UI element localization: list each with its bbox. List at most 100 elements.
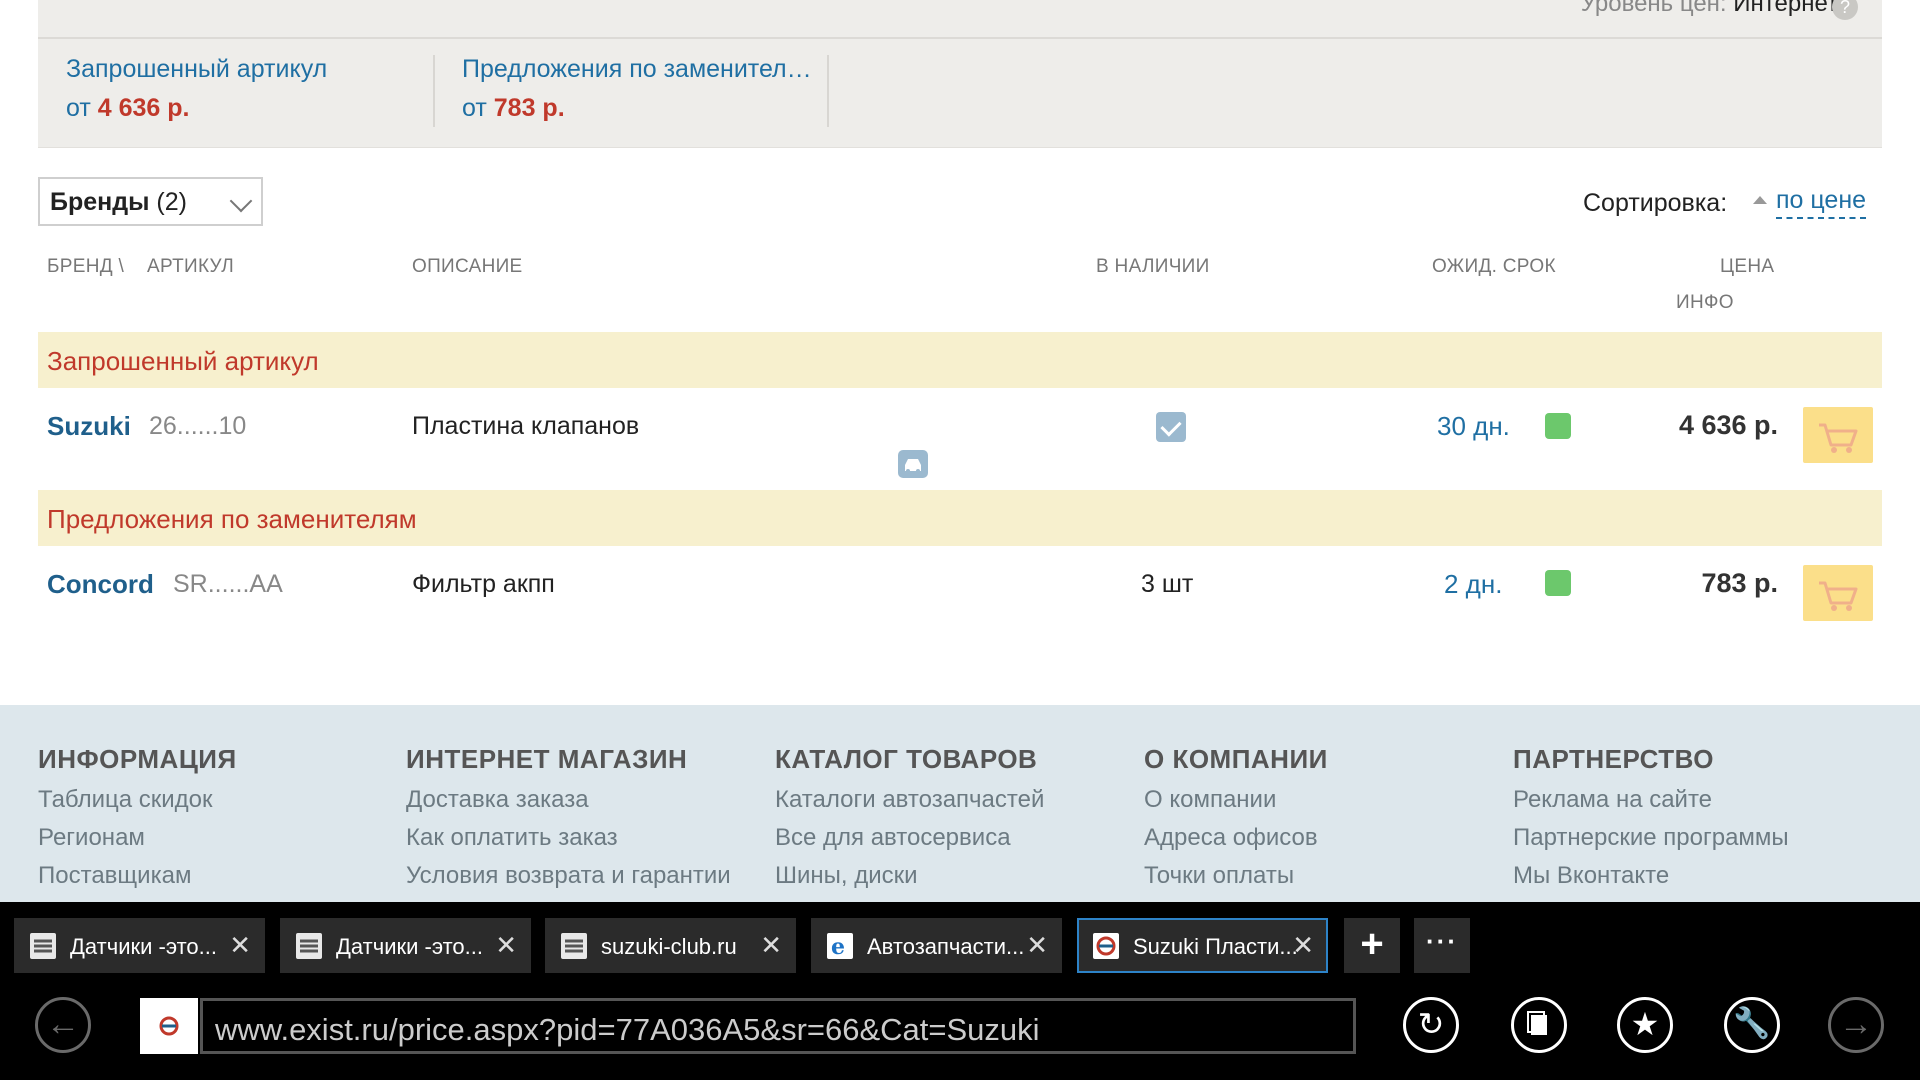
footer-column-shop: ИНТЕРНЕТ МАГАЗИН Доставка заказа Как опл… xyxy=(406,744,731,888)
price-level-value[interactable]: Интернет xyxy=(1733,0,1838,17)
car-icon[interactable] xyxy=(898,450,928,478)
summary-price-value: 783 р. xyxy=(493,94,565,122)
summary-substitutes[interactable]: Предложения по заменителям от 783 р. xyxy=(434,55,829,127)
col-availability: В НАЛИЧИИ xyxy=(1096,256,1210,277)
summary-prefix: от xyxy=(66,94,91,122)
cart-icon xyxy=(1819,423,1858,453)
close-icon[interactable]: ✕ xyxy=(760,930,782,960)
svg-text:e: e xyxy=(831,934,845,959)
browser-tab[interactable]: Датчики -это... ✕ xyxy=(280,918,531,973)
summary-price: от 783 р. xyxy=(462,94,827,123)
refresh-icon: ↻ xyxy=(1417,1006,1445,1042)
summary-price: от 4 636 р. xyxy=(66,94,433,123)
tab-title: Датчики -это... xyxy=(336,934,483,959)
footer-link[interactable]: Таблица скидок xyxy=(38,788,237,812)
site-favicon xyxy=(140,998,198,1054)
row-price: 783 р. xyxy=(1701,568,1778,598)
summary-title[interactable]: Предложения по заменителям xyxy=(462,55,816,84)
footer-link[interactable]: О компании xyxy=(1144,788,1328,812)
forum-icon xyxy=(296,933,322,959)
forward-button[interactable]: → xyxy=(1828,997,1884,1053)
tab-title: Автозапчасти... xyxy=(867,934,1025,959)
footer-link[interactable]: Поставщикам xyxy=(38,864,237,888)
page: Уровень цен: Интернет ? Запрошенный арти… xyxy=(0,0,1920,1080)
add-to-cart-button[interactable] xyxy=(1803,565,1873,621)
summary-title[interactable]: Запрошенный артикул xyxy=(66,55,433,84)
sort-up-icon[interactable] xyxy=(1753,196,1767,204)
browser-tab[interactable]: Датчики -это... ✕ xyxy=(14,918,265,973)
price-level: Уровень цен: Интернет xyxy=(1581,0,1838,18)
footer-column-partners: ПАРТНЕРСТВО Реклама на сайте Партнерские… xyxy=(1513,744,1789,888)
footer-link[interactable]: Каталоги автозапчастей xyxy=(775,788,1044,812)
ie-icon: e xyxy=(827,933,853,960)
footer-link[interactable]: Условия возврата и гарантии xyxy=(406,864,731,888)
col-brand: БРЕНД \ xyxy=(47,256,125,277)
footer-heading: ИНФОРМАЦИЯ xyxy=(38,744,237,774)
brands-dropdown[interactable]: Бренды (2) xyxy=(38,177,263,226)
address-bar[interactable] xyxy=(200,998,1356,1054)
table-row: Concord SR......AA Фильтр акпп 3 шт 2 дн… xyxy=(0,546,1920,646)
footer-link[interactable]: Партнерские программы xyxy=(1513,826,1789,850)
footer-heading: ИНТЕРНЕТ МАГАЗИН xyxy=(406,744,688,774)
tab-title: Датчики -это... xyxy=(70,934,217,959)
close-icon[interactable]: ✕ xyxy=(495,930,517,960)
tab-title: suzuki-club.ru xyxy=(601,934,737,959)
exist-icon xyxy=(1093,933,1119,959)
section-substitutes: Предложения по заменителям xyxy=(38,490,1882,546)
forum-icon xyxy=(30,933,56,959)
footer-heading: ПАРТНЕРСТВО xyxy=(1513,744,1715,774)
summary-requested[interactable]: Запрошенный артикул от 4 636 р. xyxy=(38,55,435,127)
browser-tab-active[interactable]: Suzuki Пласти... ✕ xyxy=(1077,918,1328,973)
footer-link[interactable]: Точки оплаты xyxy=(1144,864,1328,888)
footer-link[interactable]: Мы Вконтакте xyxy=(1513,864,1789,888)
row-availability: 3 шт xyxy=(1141,570,1194,598)
tabs-button[interactable] xyxy=(1511,997,1567,1053)
footer-column-company: О КОМПАНИИ О компании Адреса офисов Точк… xyxy=(1144,744,1328,888)
col-term: ОЖИД. СРОК xyxy=(1432,256,1556,277)
forum-icon xyxy=(561,933,587,959)
footer-link[interactable]: Доставка заказа xyxy=(406,788,731,812)
close-icon[interactable]: ✕ xyxy=(1026,930,1048,960)
row-term: 30 дн. xyxy=(1437,411,1510,441)
footer-link[interactable]: Шины, диски xyxy=(775,864,1044,888)
tools-button[interactable]: 🔧 xyxy=(1724,997,1780,1053)
tabs-icon xyxy=(1527,1011,1547,1035)
sort-by-price-link[interactable]: по цене xyxy=(1776,186,1867,219)
add-to-cart-button[interactable] xyxy=(1803,407,1873,463)
section-requested: Запрошенный артикул xyxy=(38,332,1882,388)
close-icon[interactable]: ✕ xyxy=(229,930,251,960)
status-indicator[interactable] xyxy=(1545,570,1571,596)
more-tabs-button[interactable]: ··· xyxy=(1414,918,1470,973)
footer-column-info: ИНФОРМАЦИЯ Таблица скидок Регионам Поста… xyxy=(38,744,237,888)
summary-price-value: 4 636 р. xyxy=(97,94,190,122)
section-title: Запрошенный артикул xyxy=(47,346,319,376)
row-brand-link[interactable]: Concord xyxy=(47,569,154,600)
row-article: SR......AA xyxy=(173,570,283,598)
new-tab-button[interactable]: + xyxy=(1344,918,1400,973)
favorites-button[interactable]: ★ xyxy=(1617,997,1673,1053)
chevron-down-icon xyxy=(229,189,253,213)
table-row: Suzuki 26......10 Пластина клапанов 30 д… xyxy=(0,388,1920,490)
row-description: Фильтр акпп xyxy=(412,570,555,598)
footer-link[interactable]: Регионам xyxy=(38,826,237,850)
col-info: ИНФО xyxy=(1676,292,1734,313)
footer-link[interactable]: Адреса офисов xyxy=(1144,826,1328,850)
footer-link[interactable]: Реклама на сайте xyxy=(1513,788,1789,812)
arrow-left-icon: ← xyxy=(46,1005,80,1043)
refresh-button[interactable]: ↻ xyxy=(1403,997,1459,1053)
col-article: АРТИКУЛ xyxy=(147,256,235,277)
row-term: 2 дн. xyxy=(1444,569,1503,599)
back-button[interactable]: ← xyxy=(35,997,91,1053)
car-glyph xyxy=(905,459,921,473)
section-title: Предложения по заменителям xyxy=(47,504,417,534)
browser-tab[interactable]: suzuki-club.ru ✕ xyxy=(545,918,796,973)
footer-link[interactable]: Как оплатить заказ xyxy=(406,826,731,850)
brands-label: Бренды xyxy=(50,188,150,216)
row-description: Пластина клапанов xyxy=(412,412,640,440)
close-icon[interactable]: ✕ xyxy=(1292,930,1314,960)
browser-tab[interactable]: e Автозапчасти... ✕ xyxy=(811,918,1062,973)
footer-link[interactable]: Все для автосервиса xyxy=(775,826,1044,850)
row-brand-link[interactable]: Suzuki xyxy=(47,411,131,442)
row-price: 4 636 р. xyxy=(1678,410,1778,440)
status-indicator[interactable] xyxy=(1545,413,1571,439)
